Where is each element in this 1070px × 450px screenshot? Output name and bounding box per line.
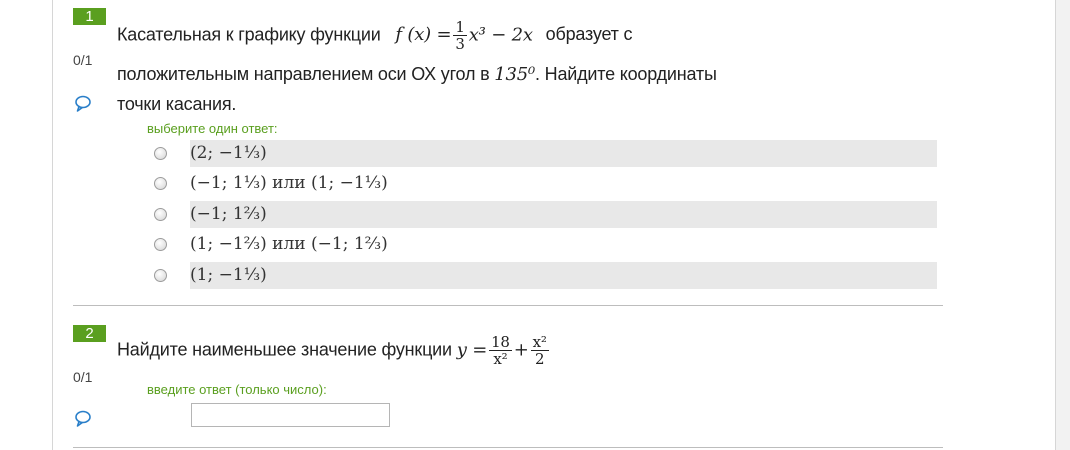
- answer-input[interactable]: [191, 403, 390, 427]
- fraction-numerator: 18: [489, 333, 512, 351]
- radio-button[interactable]: [154, 147, 167, 160]
- option-label[interactable]: (−1; 1⅓) или (1; −1⅓): [190, 170, 388, 197]
- fraction-denominator: 2: [535, 350, 545, 368]
- left-border: [52, 0, 53, 450]
- question-separator: [73, 447, 943, 448]
- option-label[interactable]: (−1; 1⅔): [190, 201, 267, 228]
- formula-y: y =: [456, 339, 488, 361]
- radio-button[interactable]: [154, 208, 167, 221]
- fraction-denominator: 3: [455, 35, 465, 53]
- formula-tail: x³ − 2x: [468, 24, 533, 46]
- question-text-prefix: Найдите наименьшее значение функции: [117, 339, 452, 360]
- option-label[interactable]: (1; −1⅓): [190, 262, 267, 289]
- radio-button[interactable]: [154, 269, 167, 282]
- question-score: 0/1: [73, 369, 93, 385]
- question-separator: [73, 305, 943, 306]
- option-background: [190, 201, 937, 228]
- answer-option[interactable]: (−1; 1⅔): [150, 201, 937, 228]
- radio-button[interactable]: [154, 238, 167, 251]
- formula-f: f (x) =: [395, 24, 452, 46]
- question-text-line2: положительным направлением оси ОХ угол в…: [117, 64, 717, 85]
- question-text-prefix: Касательная к графику функции: [117, 24, 381, 45]
- fraction-numerator: x²: [530, 333, 549, 351]
- question-text-suffix: образует с: [545, 24, 633, 45]
- radio-button[interactable]: [154, 177, 167, 190]
- question-score: 0/1: [73, 52, 93, 68]
- answer-prompt: выберите один ответ:: [147, 121, 278, 136]
- fraction-denominator: x²: [493, 350, 508, 368]
- angle-value: 135⁰: [494, 64, 536, 85]
- question-text-line3: точки касания.: [117, 94, 237, 114]
- quiz-page: 1 0/1 Касательная к графику функции f (x…: [0, 0, 1070, 450]
- comment-bubble-icon[interactable]: [74, 95, 92, 113]
- formula-fraction-1: 18 x²: [489, 334, 512, 367]
- question-text: Найдите наименьшее значение функции y = 1…: [117, 334, 551, 367]
- option-label[interactable]: (2; −1⅓): [190, 140, 267, 167]
- answer-option[interactable]: (−1; 1⅓) или (1; −1⅓): [150, 170, 937, 197]
- right-scroll-gutter: [1056, 0, 1070, 450]
- answer-prompt: введите ответ (только число):: [147, 382, 327, 397]
- answer-option[interactable]: (1; −1⅓): [150, 262, 937, 289]
- question-text-line1: Касательная к графику функции f (x) = 1 3 x…: [117, 18, 633, 53]
- question-text-line2-suffix: . Найдите координаты: [535, 64, 717, 84]
- question-number-badge: 2: [73, 325, 106, 342]
- option-background: [190, 140, 937, 167]
- formula-plus: +: [513, 339, 529, 361]
- formula-fraction: 13: [453, 18, 467, 53]
- comment-bubble-icon[interactable]: [74, 410, 92, 428]
- option-background: [190, 262, 937, 289]
- question-text-line2-prefix: положительным направлением оси ОХ угол в: [117, 64, 490, 84]
- answer-option[interactable]: (1; −1⅔) или (−1; 1⅔): [150, 231, 937, 258]
- question-number-badge: 1: [73, 8, 106, 25]
- formula-fraction-2: x² 2: [530, 333, 549, 368]
- option-label[interactable]: (1; −1⅔) или (−1; 1⅔): [190, 231, 388, 258]
- answer-option[interactable]: (2; −1⅓): [150, 140, 937, 167]
- fraction-numerator: 1: [453, 18, 467, 36]
